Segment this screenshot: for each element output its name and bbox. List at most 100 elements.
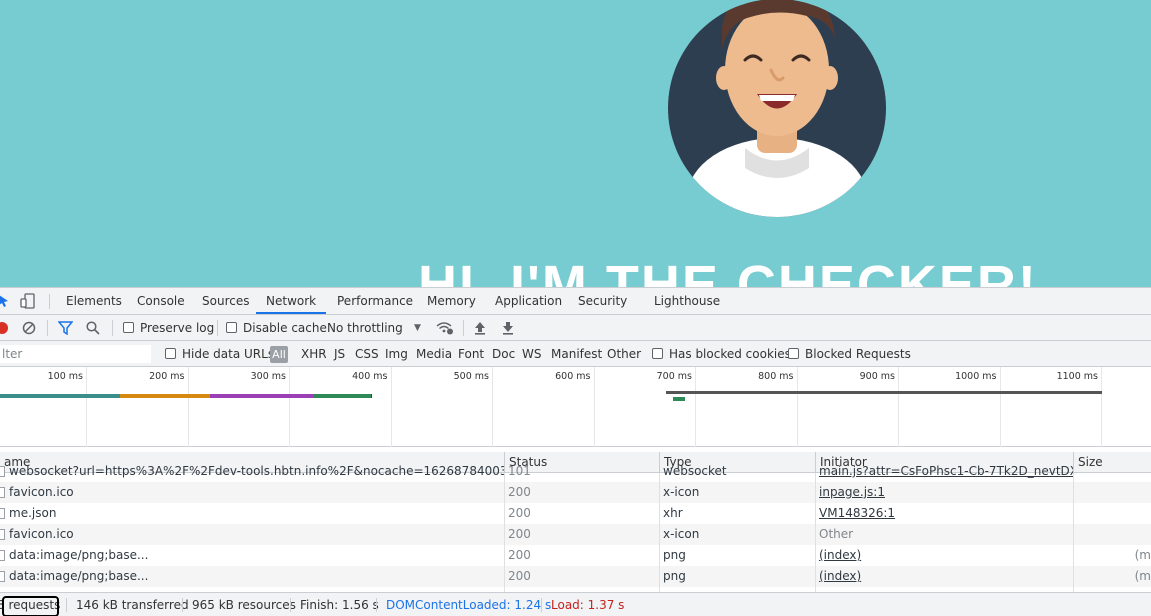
request-name[interactable]: websocket?url=https%3A%2F%2Fdev-tools.hb… bbox=[0, 461, 504, 482]
table-row[interactable]: data:image/png;base... 200 png (index) (m bbox=[0, 566, 1151, 587]
tab-console[interactable]: Console bbox=[135, 288, 187, 314]
filter-xhr[interactable]: XHR bbox=[301, 345, 327, 363]
request-name[interactable]: favicon.ico bbox=[0, 482, 504, 503]
dom-content-loaded-time: DOMContentLoaded: 1.24 s bbox=[386, 598, 552, 612]
request-name[interactable]: data:image/png;base... bbox=[0, 566, 504, 587]
checkbox-box[interactable] bbox=[165, 348, 176, 359]
preserve-log-checkbox[interactable]: Preserve log bbox=[123, 319, 214, 337]
filter-input[interactable]: lter bbox=[0, 345, 151, 363]
request-name[interactable]: data:image/png;base... bbox=[0, 545, 504, 566]
blocked-requests-checkbox[interactable]: Blocked Requests bbox=[788, 345, 911, 363]
upload-icon[interactable] bbox=[474, 321, 486, 335]
column-divider bbox=[1073, 473, 1074, 592]
filter-font[interactable]: Font bbox=[458, 345, 484, 363]
resources-size: 965 kB resources bbox=[192, 598, 296, 612]
timeline-bar-connect bbox=[0, 394, 120, 398]
filter-all-button[interactable]: All bbox=[270, 346, 288, 363]
tab-memory[interactable]: Memory bbox=[425, 288, 478, 314]
request-initiator[interactable]: main.js?attr=CsFoPhsc1-Cb-7Tk2D_nevtDXzr… bbox=[815, 461, 1073, 482]
timeline-bar-websocket bbox=[666, 391, 1102, 394]
checkbox-box[interactable] bbox=[652, 348, 663, 359]
filter-doc[interactable]: Doc bbox=[492, 345, 515, 363]
timeline-tick-label: 800 ms bbox=[758, 371, 794, 382]
request-status: 200 bbox=[508, 527, 531, 541]
has-blocked-cookies-label: Has blocked cookies bbox=[669, 347, 791, 361]
toolbar-separator bbox=[112, 320, 113, 336]
device-toolbar-icon[interactable] bbox=[20, 293, 36, 309]
disable-cache-checkbox[interactable]: Disable cache bbox=[226, 319, 327, 337]
filter-js[interactable]: JS bbox=[334, 345, 345, 363]
toolbar-separator bbox=[217, 320, 218, 336]
annotation-highlight-box bbox=[2, 596, 59, 616]
request-type: png bbox=[663, 569, 686, 583]
tab-elements[interactable]: Elements bbox=[64, 288, 124, 314]
request-type: png bbox=[663, 548, 686, 562]
download-icon[interactable] bbox=[502, 321, 514, 335]
throttling-select[interactable]: No throttling ▼ bbox=[327, 319, 421, 337]
table-row[interactable]: favicon.ico 200 x-icon Other bbox=[0, 524, 1151, 545]
load-time: Load: 1.37 s bbox=[551, 598, 625, 612]
search-icon[interactable] bbox=[86, 321, 100, 335]
network-overview-timeline[interactable]: 100 ms 200 ms 300 ms 400 ms 500 ms 600 ms 700 … bbox=[0, 367, 1151, 447]
table-row[interactable]: data:image/png;base... 200 png (index) (m bbox=[0, 545, 1151, 566]
summary-separator bbox=[376, 598, 377, 612]
filter-media[interactable]: Media bbox=[416, 345, 452, 363]
tab-performance[interactable]: Performance bbox=[335, 288, 415, 314]
request-initiator: Other bbox=[819, 527, 854, 541]
filter-ws[interactable]: WS bbox=[522, 345, 541, 363]
table-row[interactable]: websocket?url=https%3A%2F%2Fdev-tools.hb… bbox=[0, 461, 1151, 482]
request-size bbox=[1073, 461, 1151, 482]
blocked-requests-label: Blocked Requests bbox=[805, 347, 911, 361]
timeline-gridline bbox=[593, 367, 595, 447]
column-divider bbox=[504, 473, 505, 592]
tab-network[interactable]: Network bbox=[256, 288, 327, 314]
network-conditions-icon[interactable] bbox=[436, 321, 454, 335]
tab-sources[interactable]: Sources bbox=[200, 288, 251, 314]
devtools-panel: Elements Console Sources Network Perform… bbox=[0, 287, 1151, 616]
column-divider bbox=[659, 473, 660, 592]
checkbox-box[interactable] bbox=[226, 322, 237, 333]
timeline-gridline bbox=[289, 367, 290, 447]
record-icon[interactable] bbox=[0, 321, 9, 335]
request-status: 200 bbox=[508, 548, 531, 562]
tab-application[interactable]: Application bbox=[493, 288, 564, 314]
request-size bbox=[1073, 482, 1151, 503]
timeline-tick-label: 400 ms bbox=[352, 371, 388, 382]
inspect-element-icon[interactable] bbox=[0, 293, 12, 309]
hero-heading: HI, I'M THE CHECKER! bbox=[418, 255, 1038, 287]
request-status: 200 bbox=[508, 506, 531, 520]
filter-manifest[interactable]: Manifest bbox=[551, 345, 602, 363]
summary-separator bbox=[290, 598, 291, 612]
preserve-log-label: Preserve log bbox=[140, 321, 215, 335]
filter-icon[interactable] bbox=[58, 321, 73, 335]
checkbox-box[interactable] bbox=[788, 348, 799, 359]
has-blocked-cookies-checkbox[interactable]: Has blocked cookies bbox=[652, 345, 791, 363]
summary-separator bbox=[66, 598, 67, 612]
timeline-bar-ssl bbox=[120, 394, 210, 398]
filter-css[interactable]: CSS bbox=[355, 345, 379, 363]
request-status: 101 bbox=[508, 464, 531, 478]
request-initiator[interactable]: (index) bbox=[815, 545, 1073, 566]
table-row[interactable]: favicon.ico 200 x-icon inpage.js:1 bbox=[0, 482, 1151, 503]
request-size: (m bbox=[1134, 548, 1151, 562]
request-name[interactable]: me.json bbox=[0, 503, 504, 524]
request-initiator[interactable]: inpage.js:1 bbox=[815, 482, 1073, 503]
request-size: (m bbox=[1134, 569, 1151, 583]
hide-data-urls-label: Hide data URLs bbox=[182, 347, 275, 361]
request-initiator[interactable]: (index) bbox=[815, 566, 1073, 587]
request-name[interactable]: favicon.ico bbox=[0, 524, 504, 545]
clear-icon[interactable] bbox=[22, 321, 36, 335]
hide-data-urls-checkbox[interactable]: Hide data URLs bbox=[165, 345, 274, 363]
tab-security[interactable]: Security bbox=[576, 288, 629, 314]
checkbox-box[interactable] bbox=[123, 322, 134, 333]
timeline-gridline bbox=[390, 367, 392, 447]
request-initiator[interactable]: VM148326:1 bbox=[815, 503, 1073, 524]
table-row[interactable]: me.json 200 xhr VM148326:1 bbox=[0, 503, 1151, 524]
disable-cache-label: Disable cache bbox=[243, 321, 327, 335]
tab-lighthouse[interactable]: Lighthouse bbox=[652, 288, 722, 314]
filter-img[interactable]: Img bbox=[385, 345, 408, 363]
timeline-gridline bbox=[695, 367, 696, 447]
timeline-bar-waiting bbox=[210, 394, 313, 398]
filter-other[interactable]: Other bbox=[607, 345, 641, 363]
timeline-tick-label: 500 ms bbox=[453, 371, 489, 382]
